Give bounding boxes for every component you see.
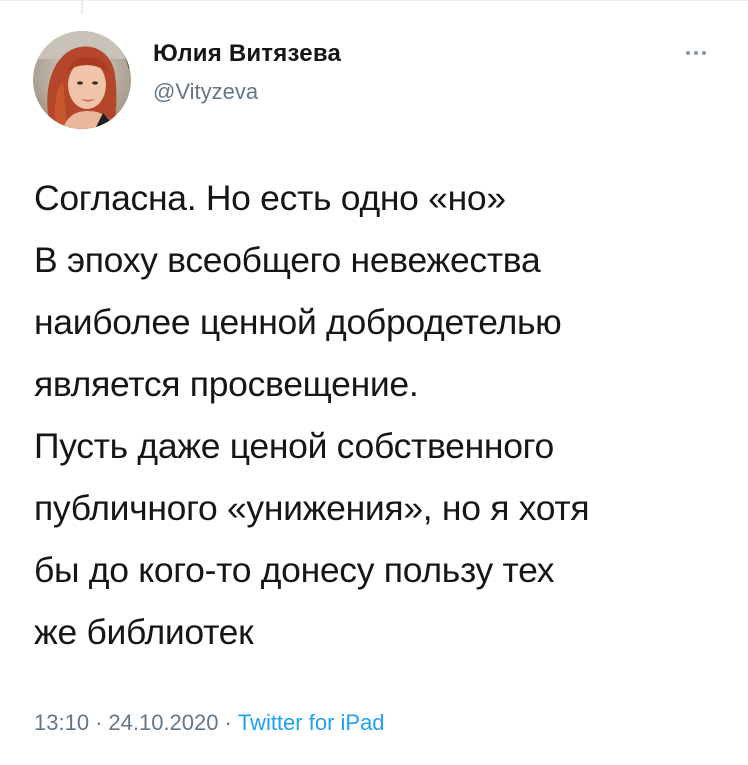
tweet-text-line: Пусть даже ценой собственного xyxy=(34,426,554,466)
tweet-text-line: является просвещение. xyxy=(34,364,419,404)
user-handle[interactable]: @Vityzeva xyxy=(153,79,258,105)
more-horizontal-icon xyxy=(686,51,690,55)
tweet-source-link[interactable]: Twitter for iPad xyxy=(238,710,385,735)
tweet-text-line: Согласна. Но есть одно «но» xyxy=(34,178,506,218)
more-horizontal-icon xyxy=(694,51,698,55)
tweet-text-line: же библиотек xyxy=(34,612,254,652)
avatar-photo xyxy=(33,31,131,129)
tweet: Юлия Витязева @Vityzeva Согласна. Но ест… xyxy=(0,0,748,765)
tweet-metadata: 13:10 · 24.10.2020 · Twitter for iPad xyxy=(34,710,385,736)
meta-separator: · xyxy=(224,710,232,735)
display-name[interactable]: Юлия Витязева xyxy=(153,40,341,68)
tweet-text: Согласна. Но есть одно «но» В эпоху всео… xyxy=(34,167,724,663)
more-options-button[interactable] xyxy=(676,40,716,66)
tweet-text-line: публичного «унижения», но я хотя xyxy=(34,488,590,528)
tweet-text-line: В эпоху всеобщего невежества xyxy=(34,240,541,280)
tweet-text-line: наиболее ценной добродетелью xyxy=(34,302,562,342)
more-horizontal-icon xyxy=(702,51,706,55)
avatar[interactable] xyxy=(33,31,131,129)
tweet-date[interactable]: 24.10.2020 xyxy=(108,710,218,735)
meta-separator: · xyxy=(95,710,103,735)
tweet-text-line: бы до кого-то донесу пользу тех xyxy=(34,550,555,590)
tweet-time[interactable]: 13:10 xyxy=(34,710,89,735)
